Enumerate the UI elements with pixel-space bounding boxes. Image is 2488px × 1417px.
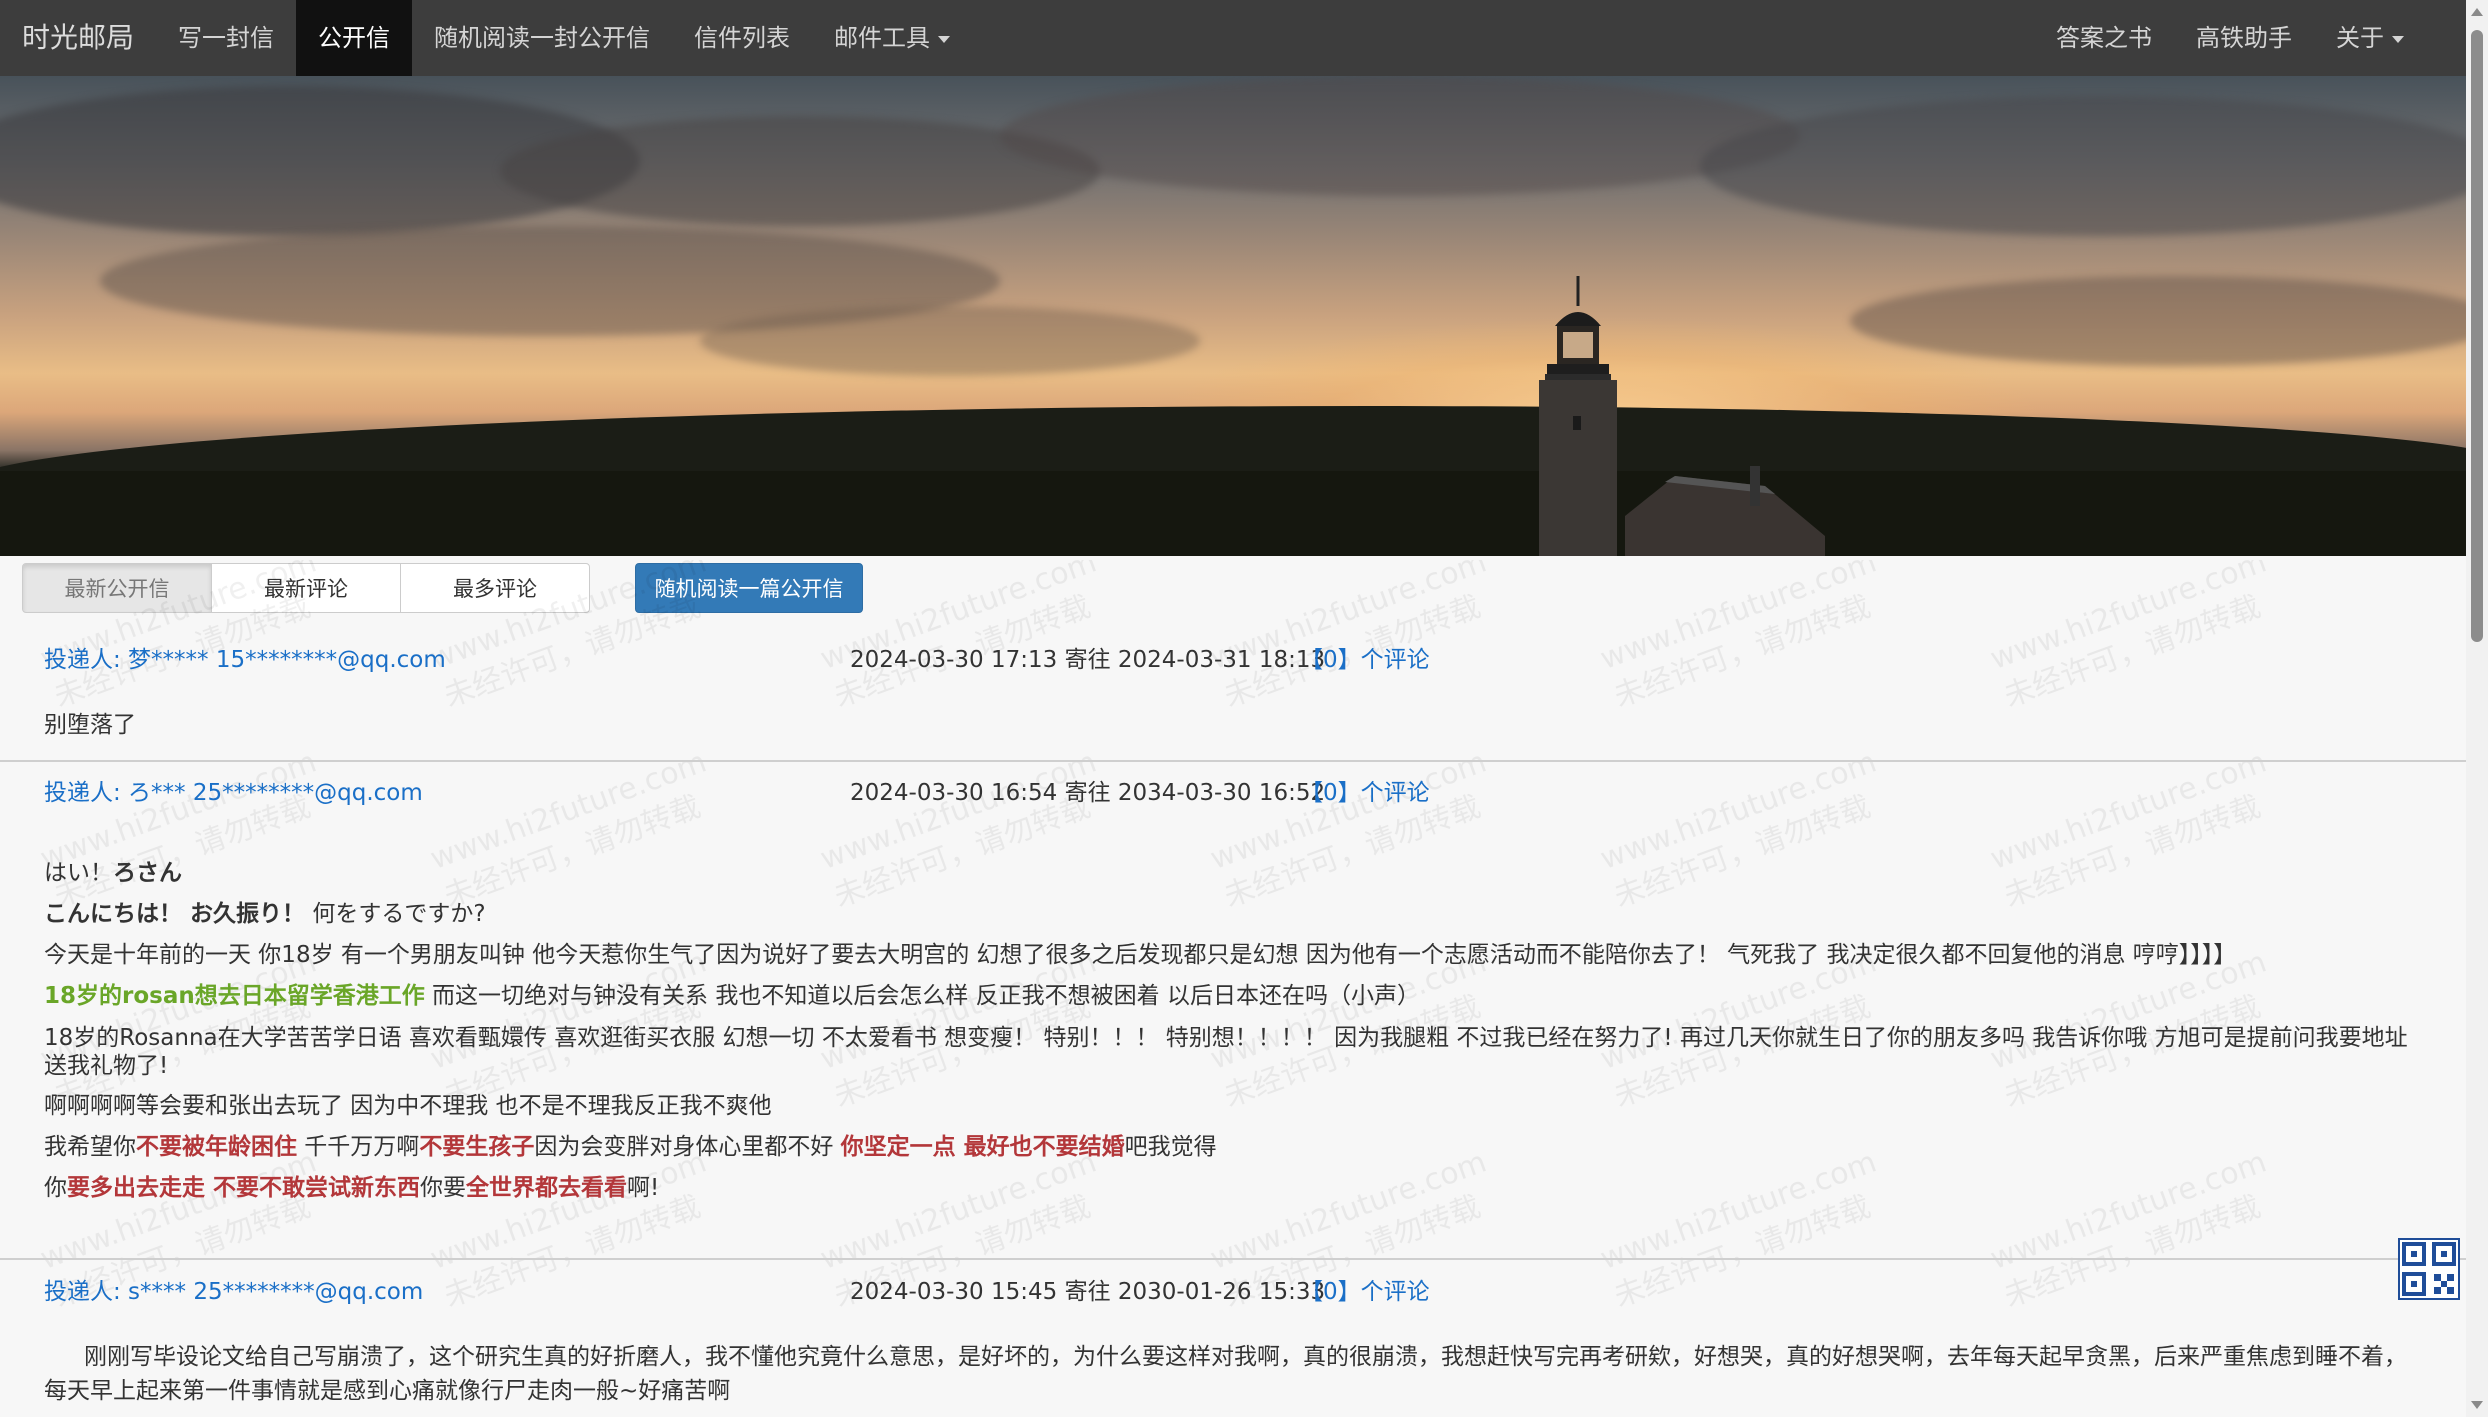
tab-latest-comments[interactable]: 最新评论 (211, 563, 401, 613)
letter-toolbar: 最新公开信 最新评论 最多评论 随机阅读一篇公开信 (22, 563, 863, 613)
letter-time: 2024-03-30 15:45 寄往 2030-01-26 15:33 (850, 1279, 1326, 1305)
nav-right-group: 答案之书 高铁助手 关于 (2034, 0, 2466, 76)
vertical-scrollbar[interactable] (2466, 0, 2488, 1417)
scroll-down-arrow-icon[interactable] (2471, 1401, 2483, 1409)
letter-header: 投递人: 梦***** 15********@qq.com 2024-03-30… (44, 640, 2444, 673)
letter-item: 投递人: s**** 25********@qq.com 2024-03-30 … (0, 1272, 2466, 1417)
top-navbar: 时光邮局 写一封信 公开信 随机阅读一封公开信 信件列表 邮件工具 答案之书 高… (0, 0, 2466, 76)
divider (0, 760, 2466, 762)
letter-time: 2024-03-30 17:13 寄往 2024-03-31 18:13 (850, 647, 1326, 673)
letter-body: 别堕落了 (44, 712, 136, 738)
sender-link[interactable]: 投递人: s**** 25********@qq.com (44, 1272, 423, 1306)
sender-link[interactable]: 投递人: ろ*** 25********@qq.com (44, 773, 423, 807)
nav-write-letter[interactable]: 写一封信 (156, 0, 296, 76)
brand-logo[interactable]: 时光邮局 (0, 0, 156, 76)
scrollbar-thumb[interactable] (2471, 30, 2483, 642)
nav-about-dropdown[interactable]: 关于 (2314, 0, 2426, 76)
letter-line: 18岁的Rosanna在大学苦苦学日语 喜欢看甄嬛传 喜欢逛街买衣服 幻想一切 … (44, 1025, 2408, 1079)
nav-random-read[interactable]: 随机阅读一封公开信 (412, 0, 672, 76)
nav-mail-tools-label: 邮件工具 (834, 24, 931, 52)
letter-item: 投递人: 梦***** 15********@qq.com 2024-03-30… (0, 640, 2466, 760)
tab-most-comments[interactable]: 最多评论 (400, 563, 590, 613)
letter-body: はい！ろさん こんにちは！ お久振り！ 何をするですか? 今天是十年前的一天 你… (44, 853, 2424, 1209)
nav-answer-book[interactable]: 答案之书 (2034, 0, 2174, 76)
lighthouse-silhouette (1539, 276, 1825, 556)
nav-letter-list[interactable]: 信件列表 (672, 0, 812, 76)
letter-item: 投递人: ろ*** 25********@qq.com 2024-03-30 1… (0, 773, 2466, 1253)
chevron-down-icon (938, 35, 951, 43)
nav-open-letters[interactable]: 公开信 (296, 0, 413, 76)
nav-mail-tools-dropdown[interactable]: 邮件工具 (812, 0, 972, 76)
letter-header: 投递人: s**** 25********@qq.com 2024-03-30 … (44, 1272, 2444, 1305)
letter-line: こんにちは！ お久振り！ 何をするですか? (44, 901, 486, 927)
letter-time: 2024-03-30 16:54 寄往 2034-03-30 16:52 (850, 780, 1326, 806)
qr-code-icon[interactable] (2398, 1238, 2460, 1300)
comments-link[interactable]: 【0】个评论 (1300, 1272, 1430, 1306)
comments-link[interactable]: 【0】个评论 (1300, 773, 1430, 807)
letter-line: 啊啊啊啊等会要和张出去玩了 因为中不理我 也不是不理我反正我不爽他 (44, 1093, 772, 1119)
letter-line: 我希望你不要被年龄困住 千千万万啊不要生孩子因为会变胖对身体心里都不好 你坚定一… (44, 1134, 1217, 1160)
nav-about-label: 关于 (2336, 24, 2384, 52)
sender-link[interactable]: 投递人: 梦***** 15********@qq.com (44, 640, 446, 674)
chevron-down-icon (2392, 35, 2404, 43)
letter-body: 刚刚写毕设论文给自己写崩溃了，这个研究生真的好折磨人，我不懂他究竟什么意思，是好… (44, 1344, 2407, 1404)
divider (0, 1258, 2466, 1260)
letter-line: はい！ろさん (44, 860, 182, 886)
tab-latest-letters[interactable]: 最新公开信 (22, 563, 212, 613)
comments-link[interactable]: 【0】个评论 (1300, 640, 1430, 674)
letter-line: 今天是十年前的一天 你18岁 有一个男朋友叫钟 他今天惹你生气了因为说好了要去大… (44, 942, 2237, 968)
nav-train-helper[interactable]: 高铁助手 (2174, 0, 2314, 76)
letter-line: 你要多出去走走 不要不敢尝试新东西你要全世界都去看看啊! (44, 1175, 660, 1201)
scroll-up-arrow-icon[interactable] (2471, 8, 2483, 16)
random-read-button[interactable]: 随机阅读一篇公开信 (635, 563, 863, 613)
letter-header: 投递人: ろ*** 25********@qq.com 2024-03-30 1… (44, 773, 2444, 806)
letter-line: 18岁的rosan想去日本留学香港工作 而这一切绝对与钟没有关系 我也不知道以后… (44, 983, 1420, 1009)
sort-tabs: 最新公开信 最新评论 最多评论 (22, 563, 590, 613)
hero-banner-image (0, 76, 2466, 556)
